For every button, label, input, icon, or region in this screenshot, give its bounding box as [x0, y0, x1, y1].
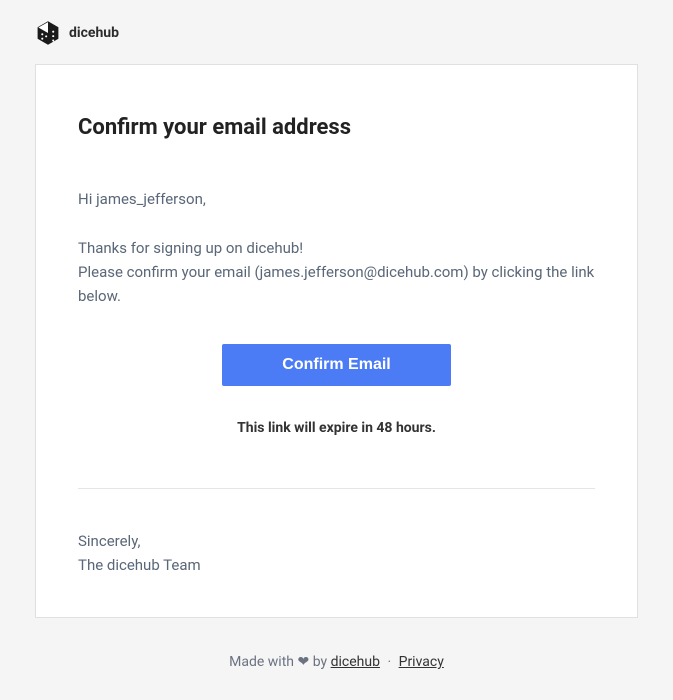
page-container: dicehub Confirm your email address Hi ja…: [0, 0, 673, 700]
confirm-line: Please confirm your email (james.jeffers…: [78, 263, 594, 305]
email-title: Confirm your email address: [78, 115, 595, 140]
signoff-team: The dicehub Team: [78, 556, 201, 574]
footer-brand-link[interactable]: dicehub: [331, 654, 380, 670]
thanks-line: Thanks for signing up on dicehub!: [78, 239, 303, 257]
confirm-email-button[interactable]: Confirm Email: [222, 344, 450, 386]
footer-separator: ·: [387, 654, 391, 670]
signoff-label: Sincerely,: [78, 532, 140, 550]
heart-icon: ❤: [298, 654, 310, 670]
footer-made-with: Made with: [229, 654, 294, 670]
footer-privacy-link[interactable]: Privacy: [399, 654, 444, 670]
email-card: Confirm your email address Hi james_jeff…: [35, 64, 638, 618]
dicehub-logo-icon: [35, 20, 61, 46]
footer: Made with ❤ by dicehub · Privacy: [35, 654, 638, 670]
brand-header: dicehub: [35, 20, 638, 46]
divider: [78, 488, 595, 489]
footer-by: by: [313, 654, 327, 670]
brand-name: dicehub: [69, 25, 119, 41]
signoff: Sincerely, The dicehub Team: [78, 529, 595, 577]
expire-notice: This link will expire in 48 hours.: [78, 420, 595, 436]
body-text: Thanks for signing up on dicehub! Please…: [78, 236, 595, 308]
button-wrap: Confirm Email: [78, 344, 595, 386]
greeting-text: Hi james_jefferson,: [78, 190, 595, 208]
